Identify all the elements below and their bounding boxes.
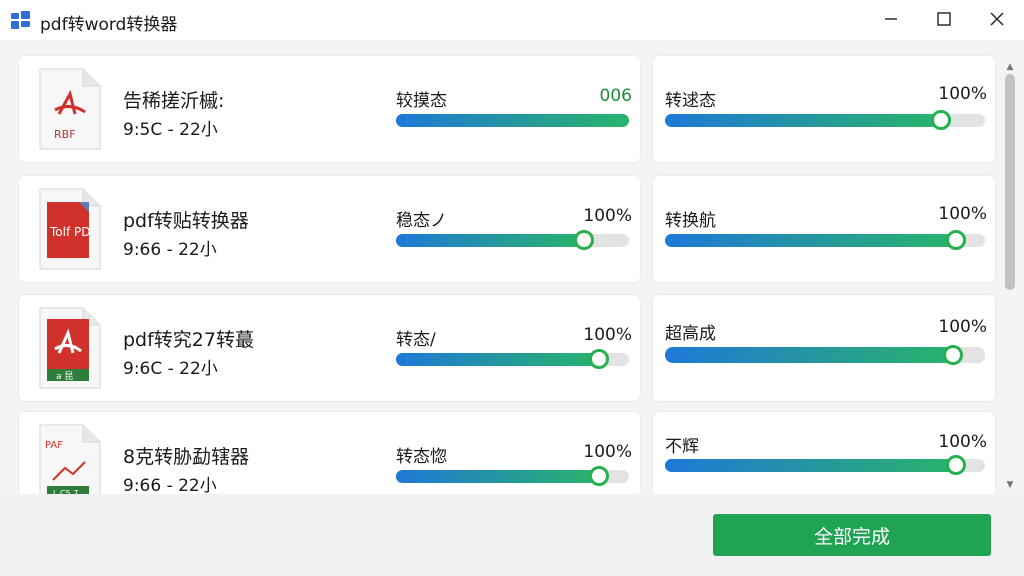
status-label: 转换航 <box>665 211 716 231</box>
progress-bar <box>396 230 629 250</box>
maximize-icon <box>937 11 951 30</box>
app-window: pdf转word转换器 RBF 告稀搓沂槭: 9:5C - 22小 较摸态 00… <box>0 0 1024 576</box>
status-card: 超高成 100% <box>653 295 995 401</box>
status-label: 不辉 <box>665 437 699 457</box>
pdf-file-icon: a 昆 <box>39 307 101 389</box>
file-row[interactable]: Tolf PDF pdf转贴转换器 9:66 - 22小 稳态ノ 100% <box>19 176 640 282</box>
status-progress-bar <box>665 455 985 475</box>
titlebar: pdf转word转换器 <box>0 0 1024 40</box>
status-progress-bar <box>665 345 985 365</box>
file-time: 9:6C - 22小 <box>123 359 218 379</box>
app-icon <box>10 10 31 31</box>
status-percent: 100% <box>938 432 987 452</box>
progress-fill <box>396 353 599 366</box>
progress-label: 转态/ <box>396 330 436 350</box>
progress-knob[interactable] <box>946 230 966 250</box>
status-percent: 100% <box>938 317 987 337</box>
progress-label: 稳态ノ <box>396 211 447 231</box>
progress-bar <box>396 349 629 369</box>
progress-bar <box>396 114 629 127</box>
minimize-button[interactable] <box>866 0 916 40</box>
svg-text:RBF: RBF <box>54 128 76 141</box>
progress-knob[interactable] <box>943 345 963 365</box>
status-progress-fill <box>665 347 953 363</box>
file-time: 9:66 - 22小 <box>123 476 217 496</box>
maximize-button[interactable] <box>919 0 969 40</box>
status-percent: 100% <box>938 204 987 224</box>
progress-label: 较摸态 <box>396 91 447 111</box>
scroll-thumb[interactable] <box>1005 74 1015 290</box>
svg-text:Tolf PDF: Tolf PDF <box>49 225 97 239</box>
progress-knob[interactable] <box>589 466 609 486</box>
scroll-down-icon[interactable]: ▼ <box>1002 478 1018 492</box>
file-row[interactable]: RBF 告稀搓沂槭: 9:5C - 22小 较摸态 006 <box>19 56 640 162</box>
status-card: 转换航 100% <box>653 176 995 282</box>
status-percent: 100% <box>938 84 987 104</box>
progress-knob[interactable] <box>931 110 951 130</box>
window-title: pdf转word转换器 <box>40 15 178 35</box>
vertical-scrollbar[interactable]: ▲ ▼ <box>1002 60 1018 494</box>
progress-knob[interactable] <box>946 455 966 475</box>
progress-bar <box>396 466 629 486</box>
all-done-button[interactable]: 全部完成 <box>713 514 991 556</box>
progress-knob[interactable] <box>589 349 609 369</box>
progress-percent: 100% <box>583 325 632 345</box>
progress-percent: 100% <box>583 206 632 226</box>
status-label: 转逑态 <box>665 91 716 111</box>
file-row[interactable]: PAF L C5.7 8克转胁勐辖器 9:66 - 22小 转态惚 100% <box>19 412 640 506</box>
status-progress-bar <box>665 230 985 250</box>
file-name: pdf转究27转蕞 <box>123 329 254 351</box>
progress-percent: 100% <box>583 442 632 462</box>
status-progress-fill <box>665 114 941 127</box>
progress-fill <box>396 470 599 483</box>
close-button[interactable] <box>972 0 1022 40</box>
status-card: 不辉 100% <box>653 412 995 496</box>
svg-text:PAF: PAF <box>45 440 63 451</box>
status-progress-bar <box>665 110 985 130</box>
close-icon <box>990 11 1004 30</box>
file-name: pdf转贴转换器 <box>123 210 249 232</box>
progress-fill <box>396 114 629 127</box>
status-progress-fill <box>665 459 956 472</box>
file-name: 告稀搓沂槭: <box>123 90 225 112</box>
status-card: 转逑态 100% <box>653 56 995 162</box>
scroll-up-icon[interactable]: ▲ <box>1002 60 1018 74</box>
file-row[interactable]: a 昆 pdf转究27转蕞 9:6C - 22小 转态/ 100% <box>19 295 640 401</box>
svg-text:a 昆: a 昆 <box>56 371 73 382</box>
status-label: 超高成 <box>665 324 716 344</box>
progress-label: 转态惚 <box>396 447 447 467</box>
file-name: 8克转胁勐辖器 <box>123 446 250 468</box>
progress-fill <box>396 234 584 247</box>
file-time: 9:5C - 22小 <box>123 120 218 140</box>
file-time: 9:66 - 22小 <box>123 240 217 260</box>
status-progress-fill <box>665 234 956 247</box>
progress-percent: 006 <box>599 86 632 106</box>
progress-knob[interactable] <box>574 230 594 250</box>
pdf-file-icon: RBF <box>39 68 101 150</box>
minimize-icon <box>884 11 898 30</box>
pdf-file-icon: Tolf PDF <box>39 188 101 270</box>
